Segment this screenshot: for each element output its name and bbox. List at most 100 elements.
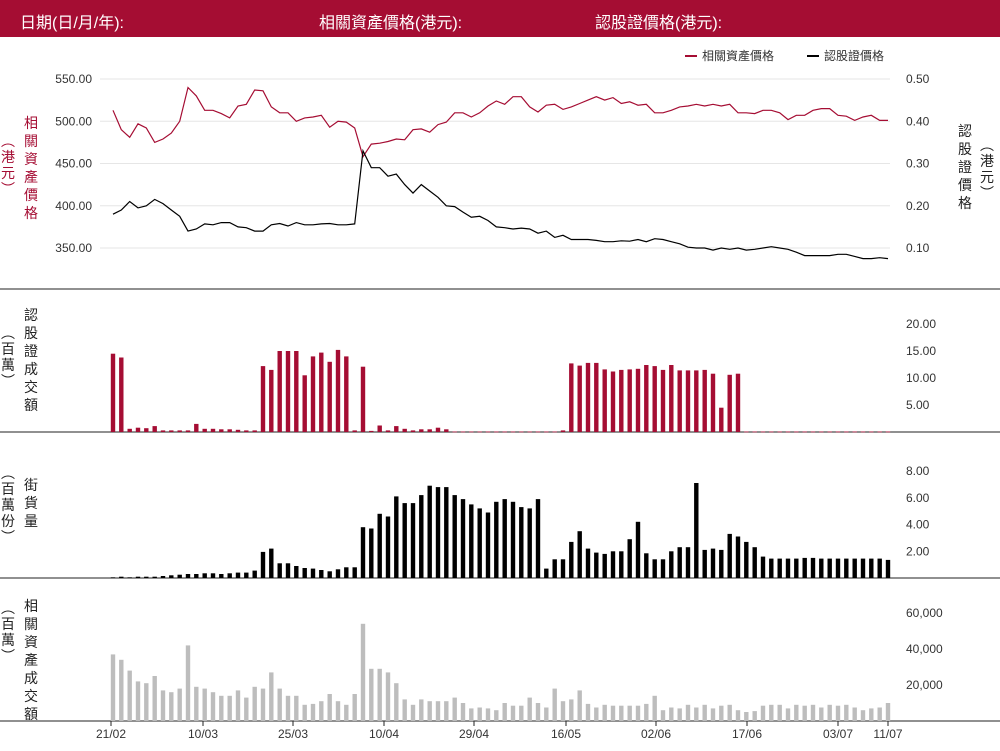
- warrant-turnover-bar: [669, 365, 674, 432]
- warrant-turnover-bar: [694, 370, 699, 432]
- underlying-turnover-axis-title: 額: [24, 707, 38, 723]
- outstanding-bar: [460, 499, 466, 578]
- warrant-turnover-bar: [552, 431, 557, 433]
- outstanding-bar: [427, 485, 432, 578]
- warrant-turnover-bar: [152, 426, 157, 432]
- underlying-turnover-bar: [294, 695, 299, 721]
- warrant-turnover-bar: [144, 428, 149, 432]
- warrant-turnover-bar: [169, 430, 174, 432]
- right-tick-label: 0.10: [906, 241, 930, 255]
- x-tick-label: 16/05: [551, 727, 581, 741]
- outstanding-bar: [244, 572, 249, 578]
- outstanding-bar: [369, 528, 374, 578]
- outstanding-bar: [794, 558, 799, 578]
- warrant-turnover-bar: [802, 431, 807, 433]
- warrant-turnover-bar: [644, 365, 649, 432]
- right-axis-title: 證: [958, 159, 972, 176]
- underlying-turnover-bar: [677, 708, 682, 721]
- left-tick-label: 450.00: [55, 157, 92, 171]
- outstanding-bar: [710, 548, 716, 578]
- outstanding-bar: [227, 573, 232, 578]
- outstanding-bar: [519, 507, 524, 578]
- outstanding-bar: [219, 574, 224, 578]
- underlying-turnover-bar: [135, 681, 141, 721]
- warrant-turnover-bar: [710, 373, 716, 432]
- warrant-turnover-tick-label: 5.00: [906, 398, 930, 412]
- outstanding-bar: [619, 551, 624, 579]
- right-axis-title: 認: [958, 124, 972, 140]
- warrant-turnover-bar: [327, 361, 332, 432]
- outstanding-bar: [302, 568, 307, 578]
- legend-label-warrant: 認股證價格: [824, 48, 884, 63]
- warrant-turnover-bar: [285, 351, 291, 432]
- outstanding-bar: [502, 499, 507, 578]
- underlying-turnover-bar: [844, 704, 849, 721]
- warrant-turnover-bar: [610, 371, 616, 432]
- outstanding-bar: [410, 503, 416, 578]
- outstanding-bar: [444, 487, 449, 579]
- warrant-price-label: 認股證價格(港元):: [595, 15, 723, 32]
- outstanding-bar: [252, 570, 257, 578]
- warrant-turnover-bar: [494, 431, 499, 433]
- underlying-turnover-bar: [810, 704, 816, 721]
- underlying-turnover-bar: [469, 708, 474, 721]
- outstanding-bar: [810, 557, 816, 578]
- underlying-turnover-bar: [769, 704, 774, 721]
- outstanding-bar: [760, 556, 766, 578]
- warrant-turnover-bar: [485, 431, 491, 433]
- warrant-turnover-bar: [794, 431, 799, 433]
- underlying-turnover-bar: [835, 705, 841, 721]
- underlying-turnover-bar: [169, 692, 174, 721]
- outstanding-bar: [135, 576, 141, 578]
- warrant-turnover-bar: [602, 369, 607, 432]
- x-tick-label: 10/03: [188, 727, 218, 741]
- underlying-turnover-bar: [602, 704, 607, 721]
- underlying-turnover-bar: [610, 705, 616, 721]
- outstanding-bar: [802, 557, 807, 578]
- outstanding-bar: [819, 558, 824, 578]
- outstanding-bar: [652, 559, 657, 578]
- warrant-turnover-bar: [527, 431, 532, 433]
- warrant-turnover-tick-label: 15.00: [906, 344, 936, 358]
- outstanding-bar: [752, 547, 757, 578]
- left-tick-label: 550.00: [55, 72, 92, 86]
- outstanding-bar: [785, 558, 791, 578]
- underlying-turnover-bar: [202, 688, 207, 721]
- warrant-turnover-bar: [227, 429, 232, 432]
- outstanding-bar: [560, 559, 566, 578]
- warrant-turnover-axis-title: 交: [24, 379, 38, 396]
- underlying-turnover-bar: [252, 686, 257, 721]
- outstanding-tick-label: 8.00: [906, 464, 930, 478]
- outstanding-bar: [769, 558, 774, 578]
- warrant-turnover-bar: [369, 430, 374, 432]
- underlying-turnover-bar: [819, 707, 824, 721]
- warrant-turnover-bar: [135, 427, 141, 432]
- underlying-turnover-bar: [685, 704, 691, 721]
- underlying-turnover-bar: [210, 692, 216, 721]
- outstanding-bar: [485, 512, 491, 578]
- outstanding-axis-title: 街: [24, 478, 38, 494]
- underlying-turnover-tick-label: 20,000: [906, 678, 943, 692]
- outstanding-bar: [385, 516, 391, 578]
- underlying-turnover-bar: [785, 708, 791, 721]
- warrant-turnover-bar: [785, 431, 791, 433]
- underlying-turnover-bar: [452, 697, 457, 721]
- outstanding-axis-title: 量: [24, 514, 38, 530]
- outstanding-bar: [352, 567, 357, 578]
- underlying-turnover-bar: [377, 668, 382, 721]
- underlying-turnover-bar: [385, 672, 391, 721]
- warrant-turnover-bar: [869, 431, 874, 433]
- warrant-chart[interactable]: 550.00 500.00 450.00 400.00 350.00 0.50 0.40 0.…: [0, 37, 1000, 751]
- outstanding-bar: [210, 573, 216, 578]
- underlying-price-label: 相關資產價格(港元):: [319, 15, 463, 32]
- warrant-turnover-bar: [360, 366, 366, 432]
- warrant-turnover-bar: [827, 431, 832, 433]
- underlying-turnover-bar: [260, 688, 266, 721]
- warrant-turnover-tick-label: 20.00: [906, 317, 936, 331]
- underlying-turnover-bar: [852, 707, 857, 721]
- underlying-turnover-bar: [494, 710, 499, 721]
- outstanding-bar: [185, 574, 191, 578]
- underlying-turnover-bar: [194, 686, 199, 721]
- underlying-turnover-bar: [569, 699, 574, 721]
- underlying-turnover-bar: [644, 703, 649, 721]
